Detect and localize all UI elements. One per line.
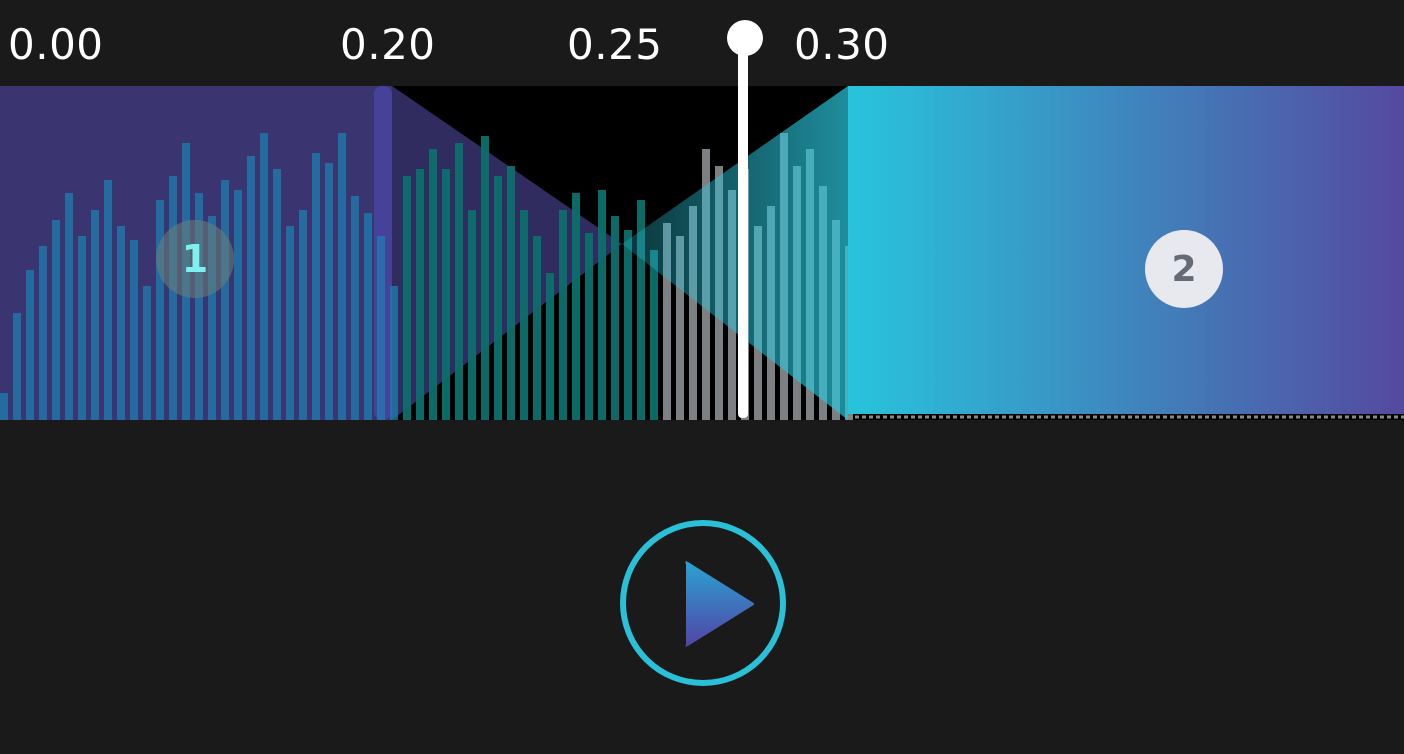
waveform-bar [455,143,463,420]
waveform-bar [130,240,138,420]
waveform-bar [13,313,21,420]
waveform-bar [481,136,489,420]
clip-2-badge[interactable]: 2 [1145,230,1223,308]
waveform-bar [442,169,450,420]
waveform-bar [221,180,229,420]
waveform-bar [559,210,567,420]
waveform-bar [52,220,60,420]
clip-1-badge[interactable]: 1 [156,220,234,298]
waveform-bar [429,149,437,420]
waveform-bar [312,153,320,420]
waveform-bar [299,210,307,420]
waveform-bar [156,200,164,420]
waveform-bar [403,176,411,420]
playhead-handle[interactable] [727,20,763,56]
waveform-bar [468,210,476,420]
waveform-bar [507,166,515,420]
waveform-bar [624,230,632,420]
waveform-bar [520,210,528,420]
waveform-bar [260,133,268,420]
waveform-bar [585,233,593,420]
waveform-bar [533,236,541,420]
time-ruler[interactable]: 0.00 0.20 0.25 0.30 [0,0,1404,86]
clip-2-body [848,86,1404,414]
waveform-bar [78,236,86,420]
waveform-bar [494,176,502,420]
tick-label-2: 0.25 [567,20,663,69]
playhead-line[interactable] [738,40,748,418]
waveform-bar [247,156,255,420]
waveform-bar [39,246,47,420]
waveform-bar [117,226,125,420]
waveform-bar [143,286,151,420]
play-icon [685,561,754,647]
waveform-bar [598,190,606,420]
waveform-bar [351,196,359,420]
waveform-bar [611,216,619,420]
waveform-bar [416,169,424,420]
waveform-bar [325,163,333,420]
waveform-bar [65,193,73,420]
waveform-bar [91,210,99,420]
tick-label-1: 0.20 [340,20,436,69]
waveform-bar [0,393,8,420]
timeline-track[interactable]: 1 2 [0,86,1404,420]
waveform-bar [650,250,658,420]
waveform-bar [338,133,346,420]
waveform-bar [26,270,34,420]
play-button[interactable] [620,520,786,686]
waveform-bar [377,236,385,420]
waveform-bar [234,190,242,420]
waveform-bar [546,273,554,420]
waveform-bar [572,193,580,420]
waveform-bar [390,286,398,420]
waveform-bar [273,169,281,420]
waveform-bar [104,180,112,420]
audio-timeline-editor: 0.00 0.20 0.25 0.30 1 2 [0,0,1404,754]
tick-label-3: 0.30 [794,20,890,69]
waveform-bar [364,213,372,420]
tick-label-0: 0.00 [8,20,104,69]
waveform-bar [286,226,294,420]
waveform-bar [169,176,177,420]
